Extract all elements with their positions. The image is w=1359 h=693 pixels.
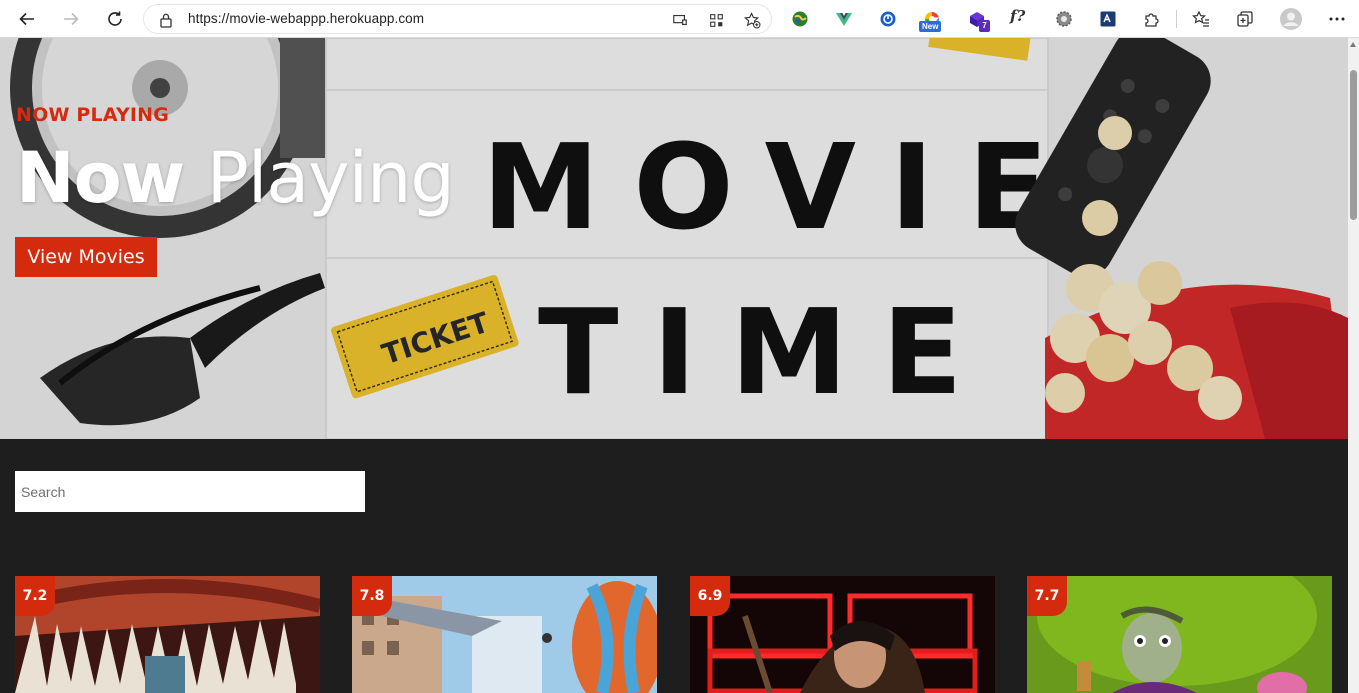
rating-badge: 7.7 [1027,576,1067,616]
refresh-icon[interactable] [101,5,129,33]
more-menu-icon[interactable] [1326,8,1348,30]
hero-banner: MOVIE TIME TICKET NOW PLAYING Now Playin… [0,38,1348,439]
scroll-up-arrow-icon[interactable] [1350,42,1356,47]
hero-title-light: Playing [206,137,455,219]
extensions-puzzle-icon[interactable] [1141,8,1163,30]
movie-poster-image [690,576,995,693]
scrollbar-thumb[interactable] [1350,70,1357,220]
toolbar-divider [1176,10,1177,28]
favorites-icon[interactable] [1190,8,1212,30]
profile-avatar-icon[interactable] [1280,8,1302,30]
extension-globe-icon[interactable] [789,8,811,30]
add-favorite-icon[interactable] [743,11,761,29]
app-available-icon[interactable] [671,11,689,29]
count-badge: 7 [979,20,990,32]
url-text[interactable]: https://movie-webappp.herokuapp.com [188,11,424,26]
forward-icon[interactable] [57,5,85,33]
hero-title: Now Playing [16,134,455,222]
view-movies-button[interactable]: View Movies [15,237,157,277]
extension-fq-icon[interactable]: f? [1010,7,1025,25]
search-input[interactable] [15,471,365,512]
rating-badge: 7.8 [352,576,392,616]
rating-badge: 6.9 [690,576,730,616]
hero-background-image: MOVIE TIME TICKET [0,38,1348,439]
browser-toolbar: https://movie-webappp.herokuapp.com New … [0,0,1359,38]
movie-card[interactable]: 7.2 [15,576,320,693]
extension-dark-square-icon[interactable] [1097,8,1119,30]
collections-icon[interactable] [1234,8,1256,30]
rating-badge: 7.2 [15,576,55,616]
movie-card[interactable]: 6.9 [690,576,995,693]
extension-gear-icon[interactable] [1053,8,1075,30]
movie-poster-image [15,576,320,693]
qr-code-icon[interactable] [707,11,725,29]
movie-card[interactable]: 7.7 [1027,576,1332,693]
address-bar[interactable]: https://movie-webappp.herokuapp.com [143,4,772,34]
extension-blue-circle-icon[interactable] [877,8,899,30]
lock-icon[interactable] [159,12,173,28]
page-scrollbar[interactable] [1348,38,1359,693]
movie-poster-image [352,576,657,693]
hero-subtitle: NOW PLAYING [16,104,170,126]
new-badge: New [919,21,942,32]
movie-poster-image [1027,576,1332,693]
back-icon[interactable] [13,5,41,33]
movie-card[interactable]: 7.8 [352,576,657,693]
hero-title-bold: Now [16,137,185,219]
extension-vue-icon[interactable] [833,8,855,30]
